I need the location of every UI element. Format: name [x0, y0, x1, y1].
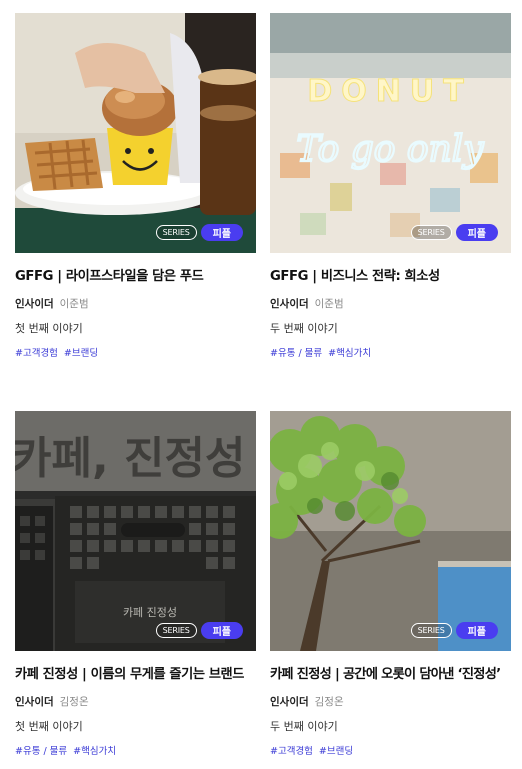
crate-text: 카페 진정성: [123, 606, 177, 619]
neon-text-script: To go only: [296, 129, 484, 170]
donut-in-smiley-cup-photo: [15, 13, 256, 253]
tag-link[interactable]: #유통 / 물류: [15, 746, 67, 757]
card-title[interactable]: GFFG | 비즈니스 전략: 희소성: [270, 267, 511, 287]
card-category: 인사이더: [15, 298, 54, 310]
card-tags: #유통 / 물류 #핵심가치: [270, 347, 511, 361]
card-author: 이준범: [59, 298, 89, 310]
card-episode: 두 번째 이야기: [270, 720, 338, 733]
card-thumbnail[interactable]: DONUT To go only SERIES 피플: [270, 13, 511, 253]
card-meta: 인사이더 김정온: [15, 694, 256, 710]
series-badge: SERIES: [410, 623, 452, 638]
category-badge: 피플: [200, 622, 243, 639]
card-tags: #고객경험 #브랜딩: [270, 745, 511, 759]
card-title[interactable]: 카페 진정성 | 이름의 무게를 즐기는 브랜드: [15, 665, 256, 685]
neon-text-top: DONUT: [307, 74, 472, 109]
card-category: 인사이더: [15, 696, 54, 708]
category-badge: 피플: [455, 224, 498, 241]
article-card-3[interactable]: 카페, 진정성 카페 진정성 SERIES 피플 카페 진정성 | 이름의 무게…: [15, 411, 256, 759]
card-category: 인사이더: [270, 696, 309, 708]
card-badges: SERIES 피플: [410, 224, 498, 241]
card-badges: SERIES 피플: [155, 224, 243, 241]
article-card-2[interactable]: DONUT To go only SERIES 피플 GFFG | 비즈니스 전…: [270, 13, 511, 361]
tree-and-concrete-wall-photo: [270, 411, 511, 651]
category-badge: 피플: [200, 224, 243, 241]
card-episode: 두 번째 이야기: [270, 322, 338, 335]
series-badge: SERIES: [155, 225, 197, 240]
card-author: 김정온: [314, 696, 344, 708]
tag-link[interactable]: #핵심가치: [328, 348, 371, 359]
card-category: 인사이더: [270, 298, 309, 310]
card-thumbnail[interactable]: 카페, 진정성 카페 진정성 SERIES 피플: [15, 411, 256, 651]
card-meta: 인사이더 이준범: [270, 296, 511, 312]
category-badge: 피플: [455, 622, 498, 639]
article-card-1[interactable]: SERIES 피플 GFFG | 라이프스타일을 담은 푸드 인사이더 이준범 첫…: [15, 13, 256, 361]
tag-link[interactable]: #핵심가치: [73, 746, 116, 757]
black-crates-photo: 카페, 진정성 카페 진정성: [15, 411, 256, 651]
card-title[interactable]: GFFG | 라이프스타일을 담은 푸드: [15, 267, 256, 287]
card-tags: #유통 / 물류 #핵심가치: [15, 745, 256, 759]
card-thumbnail[interactable]: SERIES 피플: [270, 411, 511, 651]
article-card-4[interactable]: SERIES 피플 카페 진정성 | 공간에 오롯이 담아낸 ‘진정성’ 인사이…: [270, 411, 511, 759]
card-tags: #고객경험 #브랜딩: [15, 347, 256, 361]
tag-link[interactable]: #고객경험: [15, 348, 58, 359]
card-author: 이준범: [314, 298, 344, 310]
donut-to-go-only-neon-sign-photo: DONUT To go only: [270, 13, 511, 253]
card-title[interactable]: 카페 진정성 | 공간에 오롯이 담아낸 ‘진정성’: [270, 665, 511, 685]
sign-text: 카페, 진정성: [15, 433, 245, 484]
card-meta: 인사이더 이준범: [15, 296, 256, 312]
card-episode: 첫 번째 이야기: [15, 322, 83, 335]
card-meta: 인사이더 김정온: [270, 694, 511, 710]
tag-link[interactable]: #유통 / 물류: [270, 348, 322, 359]
series-badge: SERIES: [410, 225, 452, 240]
tag-link[interactable]: #브랜딩: [319, 746, 353, 757]
card-author: 김정온: [59, 696, 89, 708]
card-episode: 첫 번째 이야기: [15, 720, 83, 733]
tag-link[interactable]: #고객경험: [270, 746, 313, 757]
tag-link[interactable]: #브랜딩: [64, 348, 98, 359]
card-badges: SERIES 피플: [410, 622, 498, 639]
series-badge: SERIES: [155, 623, 197, 638]
card-thumbnail[interactable]: SERIES 피플: [15, 13, 256, 253]
card-badges: SERIES 피플: [155, 622, 243, 639]
